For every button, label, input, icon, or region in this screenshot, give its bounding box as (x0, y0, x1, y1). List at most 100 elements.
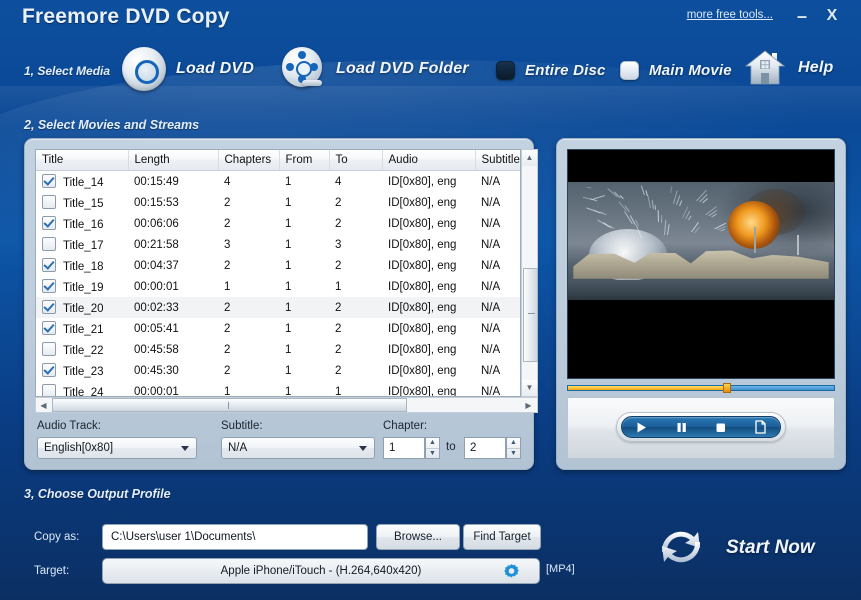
chapter-from-down-icon[interactable]: ▼ (426, 449, 439, 459)
cell-length: 00:45:58 (134, 343, 179, 356)
table-row[interactable]: Title_14 00:15:49 4 1 4 ID[0x80], eng N/A (36, 171, 520, 193)
spark (635, 224, 642, 238)
home-house-icon (742, 46, 788, 90)
cell-subtitle: N/A (481, 238, 501, 251)
column-header-to[interactable]: To (329, 150, 383, 171)
app-title: Freemore DVD Copy (22, 5, 230, 28)
chapter-from-input[interactable]: 1 (383, 437, 425, 459)
application-window: Freemore DVD Copy more free tools... – X… (0, 0, 861, 600)
subtitle-select[interactable]: N/A (221, 437, 375, 459)
table-row[interactable]: Title_20 00:02:33 2 1 2 ID[0x80], eng N/A (36, 297, 520, 318)
column-header-subtitle[interactable]: Subtitle (475, 150, 520, 171)
row-checkbox[interactable] (42, 321, 56, 335)
titles-table: Title Length Chapters From To Audio Subtitle T… (36, 150, 520, 396)
spark (670, 185, 673, 193)
load-dvd-folder-button[interactable]: Load DVD Folder (282, 47, 469, 91)
column-header-from[interactable]: From (279, 150, 330, 171)
table-horizontal-scrollbar[interactable]: ◀ ▶ (35, 397, 538, 413)
row-checkbox[interactable] (42, 174, 56, 188)
vertical-scrollbar-thumb[interactable] (523, 268, 538, 362)
cell-length: 00:06:06 (134, 217, 179, 230)
pause-button[interactable] (669, 417, 693, 437)
table-row[interactable]: Title_24 00:00:01 1 1 1 ID[0x80], eng N/A (36, 381, 520, 396)
cell-from: 1 (285, 322, 292, 335)
cell-from: 1 (285, 175, 292, 188)
row-checkbox[interactable] (42, 195, 56, 209)
audio-track-select[interactable]: English[0x80] (37, 437, 197, 459)
help-button[interactable]: Help (742, 46, 833, 90)
find-target-button[interactable]: Find Target (463, 524, 541, 550)
table-row[interactable]: Title_21 00:05:41 2 1 2 ID[0x80], eng N/A (36, 318, 520, 339)
playback-buttons (621, 416, 781, 438)
cell-title: Title_19 (36, 276, 128, 297)
entire-disc-radio[interactable]: Entire Disc (496, 61, 606, 80)
chapter-from-stepper[interactable]: ▲ ▼ (425, 437, 440, 459)
row-checkbox[interactable] (42, 384, 56, 396)
column-header-chapters[interactable]: Chapters (218, 150, 280, 171)
video-preview[interactable] (567, 149, 835, 379)
row-checkbox[interactable] (42, 342, 56, 356)
row-checkbox[interactable] (42, 216, 56, 230)
cell-to: 3 (335, 238, 342, 251)
close-button[interactable]: X (821, 6, 843, 28)
scroll-left-arrow-icon[interactable]: ◀ (36, 398, 51, 412)
row-checkbox[interactable] (42, 363, 56, 377)
main-movie-radio[interactable]: Main Movie (620, 61, 732, 80)
table-vertical-scrollbar[interactable]: ▲ ▼ (521, 149, 538, 397)
horizontal-scrollbar-thumb[interactable] (52, 398, 407, 412)
cell-chapters: 2 (224, 322, 231, 335)
row-checkbox[interactable] (42, 258, 56, 272)
row-checkbox[interactable] (42, 237, 56, 251)
help-label: Help (798, 59, 834, 76)
column-header-audio[interactable]: Audio (382, 150, 476, 171)
table-row[interactable]: Title_16 00:06:06 2 1 2 ID[0x80], eng N/A (36, 213, 520, 234)
cell-title: Title_23 (36, 360, 128, 381)
playback-seek-bar[interactable] (567, 383, 835, 393)
seek-handle[interactable] (723, 383, 731, 393)
play-button[interactable] (630, 417, 654, 437)
row-checkbox[interactable] (42, 300, 56, 314)
table-row[interactable]: Title_18 00:04:37 2 1 2 ID[0x80], eng N/A (36, 255, 520, 276)
gear-icon[interactable] (502, 563, 521, 585)
cell-to: 2 (329, 297, 382, 318)
column-header-title[interactable]: Title (36, 150, 129, 171)
cell-audio: ID[0x80], eng (388, 175, 457, 188)
cell-audio: ID[0x80], eng (388, 364, 457, 377)
cell-title: Title_15 (36, 192, 128, 213)
cell-chapters: 2 (224, 343, 231, 356)
chapter-from-up-icon[interactable]: ▲ (426, 438, 439, 449)
cell-to: 4 (335, 175, 342, 188)
column-header-length[interactable]: Length (128, 150, 219, 171)
titles-table-body: Title_14 00:15:49 4 1 4 ID[0x80], eng N/A Title… (36, 171, 520, 396)
chapter-to-input[interactable]: 2 (464, 437, 506, 459)
main-movie-label: Main Movie (649, 62, 732, 79)
table-row[interactable]: Title_23 00:45:30 2 1 2 ID[0x80], eng N/A (36, 360, 520, 381)
table-row[interactable]: Title_22 00:45:58 2 1 2 ID[0x80], eng N/A (36, 339, 520, 360)
cell-length: 00:04:37 (134, 259, 179, 272)
dvd-folder-reel-icon (282, 47, 326, 91)
snapshot-button[interactable] (748, 417, 772, 437)
table-row[interactable]: Title_19 00:00:01 1 1 1 ID[0x80], eng N/A (36, 276, 520, 297)
chapter-to-stepper[interactable]: ▲ ▼ (506, 437, 521, 459)
chapter-to-up-icon[interactable]: ▲ (507, 438, 520, 449)
scroll-down-arrow-icon[interactable]: ▼ (522, 380, 537, 396)
table-row[interactable]: Title_17 00:21:58 3 1 3 ID[0x80], eng N/A (36, 234, 520, 255)
stop-button[interactable] (709, 417, 733, 437)
minimize-button[interactable]: – (791, 6, 813, 28)
target-profile-select[interactable]: Apple iPhone/iTouch - (H.264,640x420) (102, 558, 540, 584)
table-row[interactable]: Title_15 00:15:53 2 1 2 ID[0x80], eng N/A (36, 192, 520, 213)
cell-chapters: 2 (224, 196, 231, 209)
scroll-up-arrow-icon[interactable]: ▲ (522, 150, 537, 166)
start-now-button[interactable]: Start Now (650, 518, 840, 578)
cell-length: 00:05:41 (134, 322, 179, 335)
chapter-to-down-icon[interactable]: ▼ (507, 449, 520, 459)
cell-chapters: 4 (224, 175, 231, 188)
load-dvd-button[interactable]: Load DVD (122, 47, 254, 91)
video-frame-image (568, 182, 834, 300)
row-checkbox[interactable] (42, 279, 56, 293)
browse-button[interactable]: Browse... (376, 524, 460, 550)
output-format-badge: [MP4] (546, 563, 575, 575)
scroll-right-arrow-icon[interactable]: ▶ (521, 398, 536, 412)
copy-as-input[interactable]: C:\Users\user 1\Documents\ (102, 524, 368, 550)
more-free-tools-link[interactable]: more free tools... (687, 9, 773, 21)
